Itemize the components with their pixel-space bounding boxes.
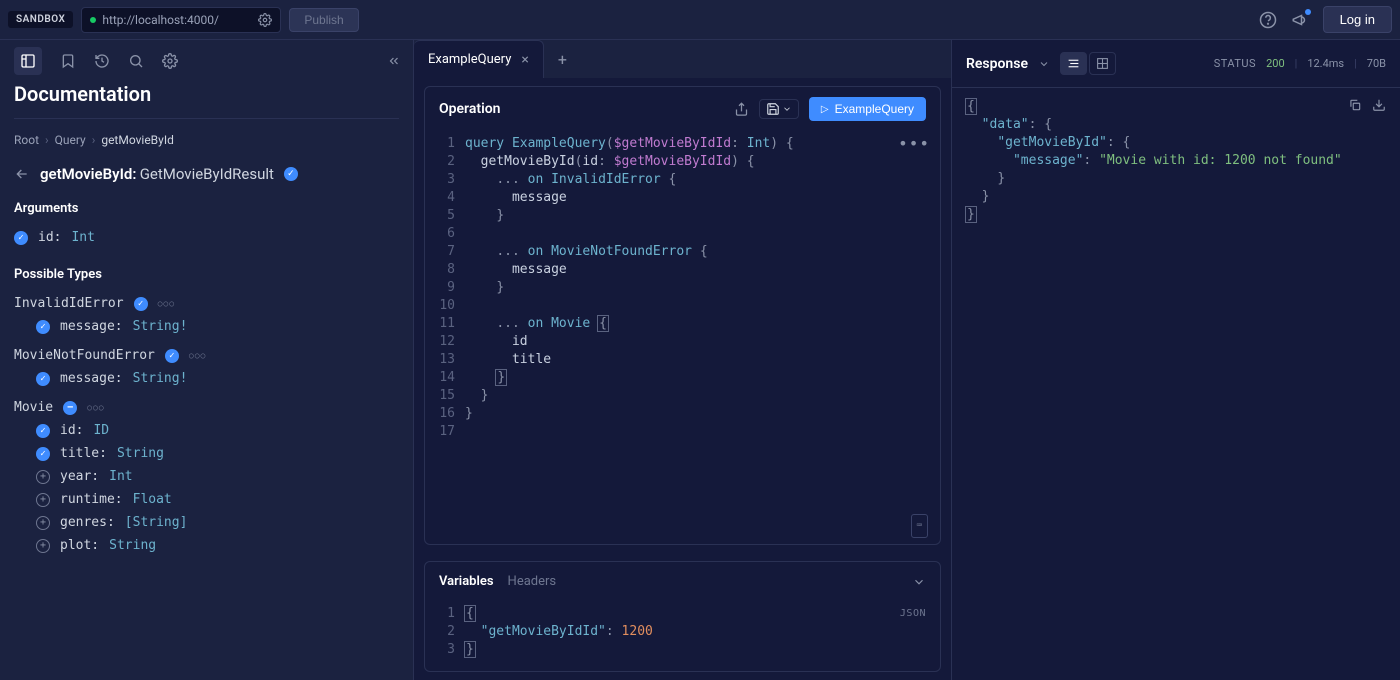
add-icon[interactable]: + <box>36 539 50 553</box>
url-input-box[interactable]: http://localhost:4000/ <box>81 7 281 33</box>
json-label: JSON <box>900 605 926 623</box>
collapse-sidebar-icon[interactable] <box>387 54 401 68</box>
field-return-type[interactable]: GetMovieByIdResult <box>140 165 274 183</box>
download-icon[interactable] <box>1372 98 1386 112</box>
variables-content[interactable]: { "getMovieByIdId": 1200 } <box>465 601 665 671</box>
check-icon[interactable]: ✓ <box>14 231 28 245</box>
breadcrumb-query[interactable]: Query <box>55 133 86 147</box>
run-button[interactable]: ▷ ExampleQuery <box>809 97 926 121</box>
notification-dot <box>1305 9 1311 15</box>
documentation-heading: Documentation <box>14 82 399 119</box>
tab-variables[interactable]: Variables <box>439 574 494 589</box>
publish-button[interactable]: Publish <box>289 8 358 32</box>
type-name[interactable]: Movie <box>14 400 53 415</box>
settings-icon[interactable] <box>162 53 178 69</box>
share-icon[interactable] <box>734 102 749 117</box>
field-name: getMovieById: <box>40 165 136 183</box>
check-icon[interactable]: ✓ <box>36 424 50 438</box>
response-title: Response <box>966 56 1028 72</box>
check-icon[interactable]: ✓ <box>36 320 50 334</box>
variables-panel: Variables Headers JSON 123 { "getMovieBy… <box>424 561 941 672</box>
code-content[interactable]: query ExampleQuery($getMovieByIdId: Int)… <box>465 131 806 544</box>
chevron-down-icon[interactable] <box>1038 58 1050 70</box>
status-label: STATUS <box>1214 57 1256 70</box>
sandbox-badge: SANDBOX <box>8 11 73 28</box>
partial-icon[interactable]: − <box>63 401 77 415</box>
tab-label: ExampleQuery <box>428 52 511 67</box>
type-name[interactable]: InvalidIdError <box>14 296 124 311</box>
editor-tabstrip: ExampleQuery × + <box>414 40 951 78</box>
field-year[interactable]: + year: Int <box>14 465 399 488</box>
check-icon[interactable]: ✓ <box>165 349 179 363</box>
field-id[interactable]: ✓ id: ID <box>14 419 399 442</box>
add-tab-icon[interactable]: + <box>544 50 581 69</box>
response-size: 70B <box>1367 57 1386 70</box>
field-plot[interactable]: + plot: String <box>14 534 399 557</box>
login-button[interactable]: Log in <box>1323 6 1392 33</box>
add-icon[interactable]: + <box>36 516 50 530</box>
add-icon[interactable]: + <box>36 493 50 507</box>
check-badge-icon[interactable]: ✓ <box>284 167 298 181</box>
operation-editor[interactable]: ••• 1234567891011121314151617 query Exam… <box>425 131 940 544</box>
tab-headers[interactable]: Headers <box>508 574 557 589</box>
breadcrumb-root[interactable]: Root <box>14 133 39 147</box>
help-icon[interactable] <box>1259 11 1277 29</box>
field-runtime[interactable]: + runtime: Float <box>14 488 399 511</box>
breadcrumb-current: getMovieById <box>101 133 174 147</box>
tab-example-query[interactable]: ExampleQuery × <box>414 40 544 78</box>
arguments-label: Arguments <box>14 201 399 216</box>
bookmark-icon[interactable] <box>60 53 76 69</box>
editor-more-icon[interactable]: ••• <box>898 135 930 153</box>
field-title[interactable]: ✓ title: String <box>14 442 399 465</box>
line-gutter: 123 <box>425 601 465 671</box>
search-icon[interactable] <box>128 53 144 69</box>
sidebar-toolbar <box>0 40 413 82</box>
response-body[interactable]: { "data": { "getMovieById": { "message":… <box>952 88 1400 234</box>
response-header: Response STATUS 200 | 12.4ms | 70B <box>952 40 1400 88</box>
history-icon[interactable] <box>94 53 110 69</box>
operation-title: Operation <box>439 101 500 117</box>
gear-icon[interactable] <box>258 13 272 27</box>
schema-tab-icon[interactable] <box>14 47 42 75</box>
check-icon[interactable]: ✓ <box>36 447 50 461</box>
argument-id[interactable]: ✓ id: Int <box>14 226 399 249</box>
play-icon: ▷ <box>821 104 829 115</box>
possible-types-label: Possible Types <box>14 267 399 282</box>
close-icon[interactable]: × <box>521 52 528 68</box>
variables-editor[interactable]: JSON 123 { "getMovieByIdId": 1200 } <box>425 601 940 671</box>
type-name[interactable]: MovieNotFoundError <box>14 348 155 363</box>
type-movie: Movie − ○○○ ✓ id: ID ✓ title: String <box>14 396 399 557</box>
line-gutter: 1234567891011121314151617 <box>425 131 465 544</box>
chevron-down-icon[interactable] <box>912 575 926 589</box>
response-timing: 12.4ms <box>1307 57 1344 70</box>
announcement-icon[interactable] <box>1291 11 1309 29</box>
back-arrow-icon[interactable] <box>14 166 30 182</box>
type-movienotfounderror: MovieNotFoundError ✓ ○○○ ✓ message: Stri… <box>14 344 399 390</box>
view-json-icon[interactable] <box>1060 52 1087 75</box>
status-code: 200 <box>1266 57 1285 70</box>
more-icon[interactable]: ○○○ <box>189 351 206 360</box>
field-genres[interactable]: + genres: [String] <box>14 511 399 534</box>
keyboard-icon[interactable]: ⌨ <box>911 514 928 538</box>
add-icon[interactable]: + <box>36 470 50 484</box>
operation-header: Operation ▷ ExampleQuery <box>425 87 940 131</box>
field-message[interactable]: ✓ message: String! <box>14 367 399 390</box>
connection-status-dot <box>90 17 96 23</box>
more-icon[interactable]: ○○○ <box>158 299 175 308</box>
check-icon[interactable]: ✓ <box>134 297 148 311</box>
view-table-icon[interactable] <box>1089 52 1116 75</box>
copy-icon[interactable] <box>1348 98 1362 112</box>
field-message[interactable]: ✓ message: String! <box>14 315 399 338</box>
check-icon[interactable]: ✓ <box>36 372 50 386</box>
more-icon[interactable]: ○○○ <box>87 403 104 412</box>
top-bar: SANDBOX http://localhost:4000/ Publish L… <box>0 0 1400 40</box>
type-invalididerror: InvalidIdError ✓ ○○○ ✓ message: String! <box>14 292 399 338</box>
breadcrumb: Root › Query › getMovieById <box>14 133 399 147</box>
run-label: ExampleQuery <box>835 102 914 116</box>
endpoint-url: http://localhost:4000/ <box>102 13 252 27</box>
save-collection-button[interactable] <box>759 99 799 119</box>
